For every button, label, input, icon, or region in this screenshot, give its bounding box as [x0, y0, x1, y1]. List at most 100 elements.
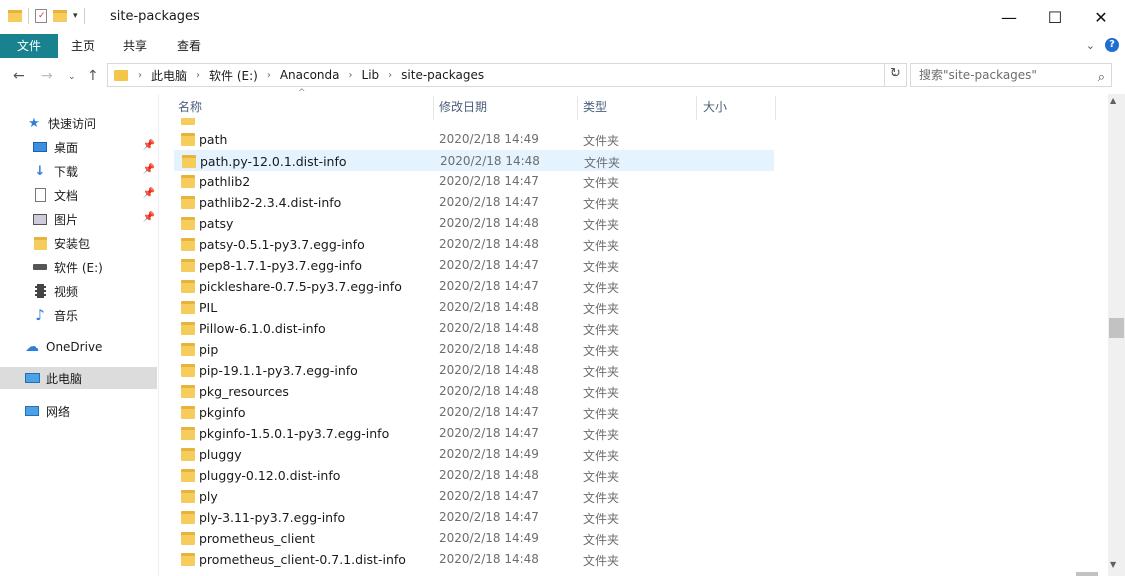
file-name[interactable]: patsy [199, 216, 233, 231]
table-row[interactable]: pip-19.1.1-py3.7.egg-info 2020/2/18 14:48… [174, 360, 774, 381]
column-divider[interactable] [696, 96, 697, 120]
table-row[interactable]: path 2020/2/18 14:49 文件夹 [174, 129, 774, 150]
close-button[interactable]: ✕ [1078, 0, 1124, 34]
file-name[interactable]: pkg_resources [199, 384, 289, 399]
table-row[interactable]: pep8-1.7.1-py3.7.egg-info 2020/2/18 14:47… [174, 255, 774, 276]
help-icon[interactable]: ? [1105, 38, 1119, 52]
file-name[interactable]: pickleshare-0.7.5-py3.7.egg-info [199, 279, 402, 294]
file-name[interactable]: pip-19.1.1-py3.7.egg-info [199, 363, 358, 378]
sidebar-item-quick-access[interactable]: ★ 快速访问 [0, 112, 157, 134]
file-name[interactable]: pep8-1.7.1-py3.7.egg-info [199, 258, 362, 273]
table-row[interactable]: pip 2020/2/18 14:48 文件夹 [174, 339, 774, 360]
file-name[interactable]: pkginfo [199, 405, 246, 420]
minimize-button[interactable]: — [986, 0, 1032, 34]
table-row[interactable]: pkginfo 2020/2/18 14:47 文件夹 [174, 402, 774, 423]
file-name[interactable]: prometheus_client [199, 531, 315, 546]
scroll-up-arrow-icon[interactable]: ▲ [1110, 96, 1116, 105]
forward-arrow-icon[interactable]: → [41, 68, 53, 84]
table-row[interactable]: pluggy-0.12.0.dist-info 2020/2/18 14:48 文件… [174, 465, 774, 486]
pin-icon[interactable]: 📌 [143, 188, 155, 199]
breadcrumb-drive-e[interactable]: 软件 (E:) [209, 67, 258, 84]
scroll-down-arrow-icon[interactable]: ▼ [1110, 560, 1116, 569]
chevron-right-icon[interactable]: › [196, 70, 200, 81]
back-arrow-icon[interactable]: ← [13, 68, 25, 84]
breadcrumb-this-pc[interactable]: 此电脑 [151, 67, 187, 84]
pin-icon[interactable]: 📌 [143, 212, 155, 223]
table-row[interactable]: ply-3.11-py3.7.egg-info 2020/2/18 14:47 文件… [174, 507, 774, 528]
recent-locations-icon[interactable]: ⌄ [68, 72, 76, 82]
tab-file[interactable]: 文件 [0, 34, 58, 58]
file-name[interactable]: patsy-0.5.1-py3.7.egg-info [199, 237, 365, 252]
column-header-size[interactable]: 大小 [703, 94, 727, 120]
file-name[interactable]: pluggy [199, 447, 242, 462]
column-header-name[interactable]: 名称 [178, 94, 202, 120]
sidebar-item-drive-e[interactable]: 软件 (E:) [0, 256, 157, 278]
properties-icon[interactable]: ✓ [35, 9, 47, 23]
new-folder-icon[interactable] [53, 10, 67, 22]
pin-icon[interactable]: 📌 [143, 140, 155, 151]
scrollbar-thumb[interactable] [1109, 318, 1124, 338]
sidebar-item-downloads[interactable]: ↓ 下载 📌 [0, 160, 157, 182]
refresh-icon[interactable]: ↻ [884, 63, 906, 87]
search-icon[interactable]: ⌕ [1098, 67, 1105, 89]
table-row[interactable]: pickleshare-0.7.5-py3.7.egg-info 2020/2/1… [174, 276, 774, 297]
sidebar-item-desktop[interactable]: 桌面 📌 [0, 136, 157, 158]
table-row[interactable]: pkg_resources 2020/2/18 14:48 文件夹 [174, 381, 774, 402]
file-name[interactable]: Pillow-6.1.0.dist-info [199, 321, 326, 336]
sidebar-item-music[interactable]: ♪ 音乐 [0, 304, 157, 326]
table-row[interactable]: pathlib2-2.3.4.dist-info 2020/2/18 14:47 文… [174, 192, 774, 213]
table-row[interactable]: Pillow-6.1.0.dist-info 2020/2/18 14:48 文件夹 [174, 318, 774, 339]
chevron-right-icon[interactable]: › [138, 70, 142, 81]
file-name[interactable]: pip [199, 342, 218, 357]
file-name[interactable]: ply [199, 489, 218, 504]
column-header-type[interactable]: 类型 [583, 94, 607, 120]
breadcrumb-site-packages[interactable]: site-packages [401, 68, 484, 82]
chevron-right-icon[interactable]: › [267, 70, 271, 81]
file-name[interactable]: PIL [199, 300, 217, 315]
sidebar-item-onedrive[interactable]: ☁ OneDrive [0, 336, 157, 358]
file-name[interactable]: pathlib2-2.3.4.dist-info [199, 195, 341, 210]
address-bar[interactable]: › 此电脑 › 软件 (E:) › Anaconda › Lib › site-… [107, 63, 907, 87]
chevron-right-icon[interactable]: › [349, 70, 353, 81]
file-name[interactable]: ply-3.11-py3.7.egg-info [199, 510, 345, 525]
table-row[interactable]: pkginfo-1.5.0.1-py3.7.egg-info 2020/2/18 … [174, 423, 774, 444]
sidebar-item-pictures[interactable]: 图片 📌 [0, 208, 157, 230]
file-name[interactable]: path.py-12.0.1.dist-info [200, 154, 347, 169]
maximize-button[interactable]: ☐ [1032, 0, 1078, 34]
column-divider[interactable] [433, 96, 434, 120]
search-input[interactable]: 搜索"site-packages" ⌕ [910, 63, 1112, 87]
file-name[interactable]: path [199, 132, 227, 147]
horizontal-scrollbar-thumb[interactable] [1076, 572, 1098, 576]
sidebar-item-installers[interactable]: 安装包 [0, 232, 157, 254]
file-name[interactable]: pathlib2 [199, 174, 250, 189]
tab-view[interactable]: 查看 [164, 34, 214, 58]
table-row[interactable]: pluggy 2020/2/18 14:49 文件夹 [174, 444, 774, 465]
file-name[interactable]: pkginfo-1.5.0.1-py3.7.egg-info [199, 426, 389, 441]
expand-ribbon-icon[interactable]: ⌄ [1086, 39, 1095, 52]
table-row[interactable]: pathlib2 2020/2/18 14:47 文件夹 [174, 171, 774, 192]
breadcrumb-lib[interactable]: Lib [362, 68, 380, 82]
column-header-date[interactable]: 修改日期 [439, 94, 487, 120]
table-row[interactable]: PIL 2020/2/18 14:48 文件夹 [174, 297, 774, 318]
table-row[interactable]: path.py-12.0.1.dist-info 2020/2/18 14:48 文… [174, 150, 774, 171]
table-row[interactable]: patsy-0.5.1-py3.7.egg-info 2020/2/18 14:4… [174, 234, 774, 255]
sidebar-item-network[interactable]: 网络 [0, 400, 157, 422]
sidebar-item-documents[interactable]: 文档 📌 [0, 184, 157, 206]
table-row[interactable]: prometheus_client-0.7.1.dist-info 2020/2/… [174, 549, 774, 570]
table-row[interactable]: patsy 2020/2/18 14:48 文件夹 [174, 213, 774, 234]
pin-icon[interactable]: 📌 [143, 164, 155, 175]
file-name[interactable]: pluggy-0.12.0.dist-info [199, 468, 340, 483]
up-arrow-icon[interactable]: ↑ [87, 68, 99, 84]
breadcrumb-anaconda[interactable]: Anaconda [280, 68, 340, 82]
column-divider[interactable] [577, 96, 578, 120]
table-row[interactable]: prometheus_client 2020/2/18 14:49 文件夹 [174, 528, 774, 549]
table-row[interactable] [174, 118, 774, 129]
column-divider[interactable] [775, 96, 776, 120]
sidebar-item-videos[interactable]: 视频 [0, 280, 157, 302]
chevron-right-icon[interactable]: › [388, 70, 392, 81]
customize-dropdown-icon[interactable]: ▾ [73, 11, 78, 21]
file-name[interactable]: prometheus_client-0.7.1.dist-info [199, 552, 406, 567]
tab-share[interactable]: 共享 [112, 34, 158, 58]
tab-home[interactable]: 主页 [60, 34, 106, 58]
sidebar-item-this-pc[interactable]: 此电脑 [0, 367, 157, 389]
